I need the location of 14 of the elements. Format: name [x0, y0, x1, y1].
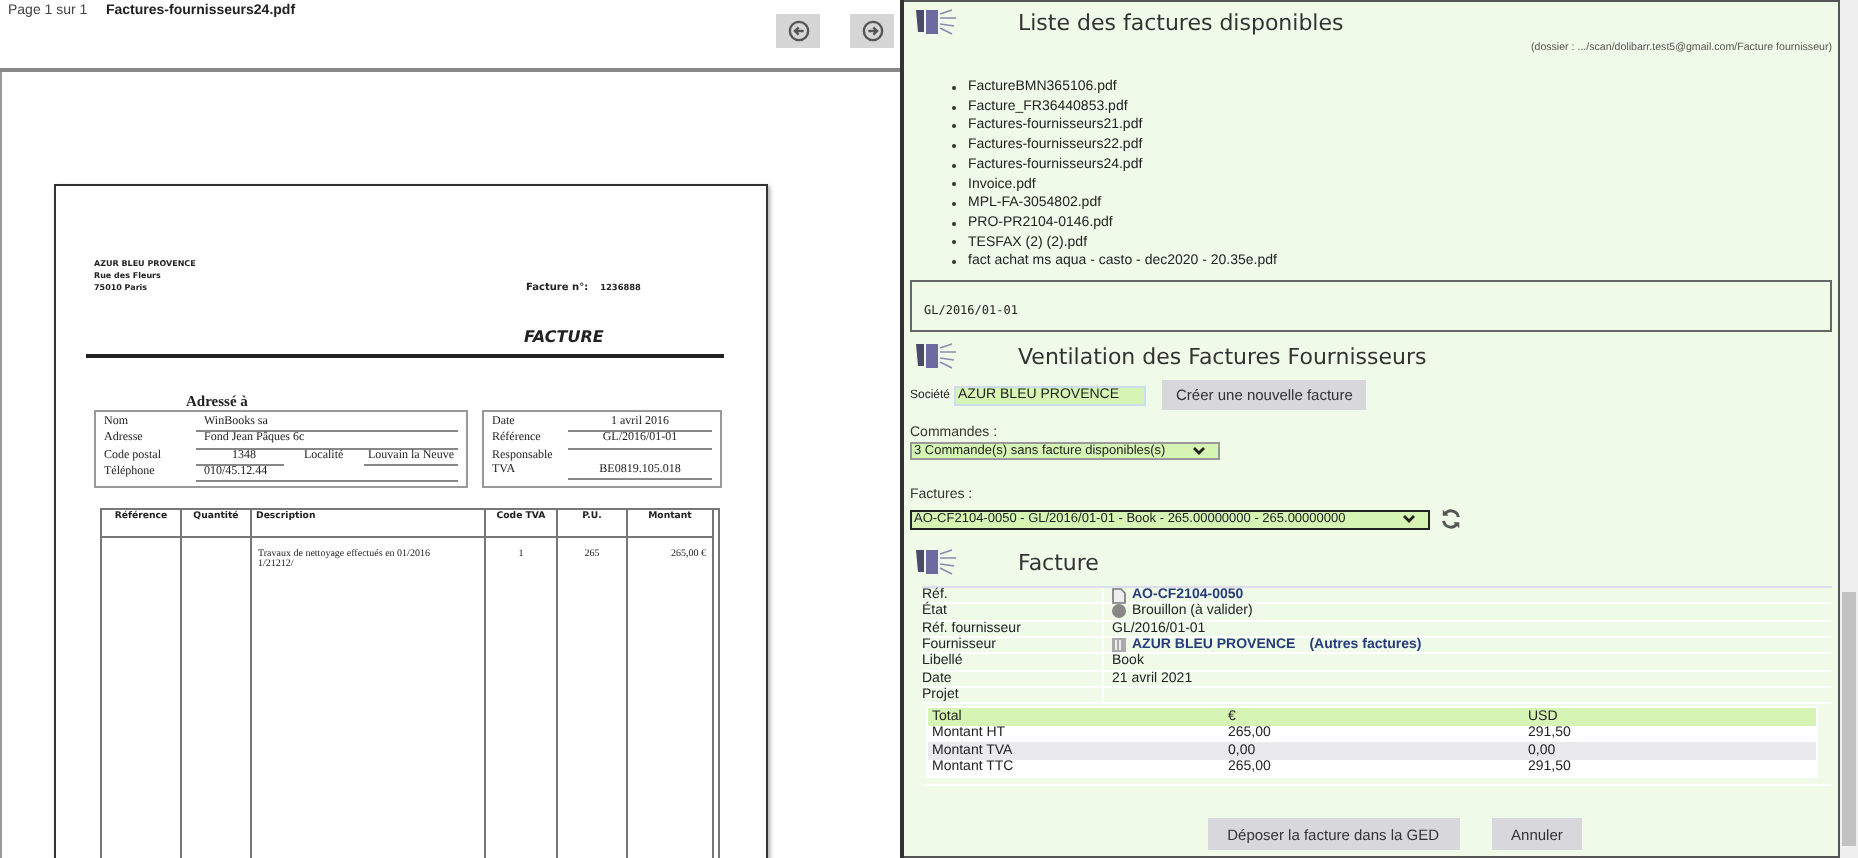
chevron-icon — [1192, 446, 1206, 457]
section-title: Liste des factures disponibles — [1018, 9, 1344, 35]
section-title: Facture — [1018, 549, 1099, 576]
building-icon — [1112, 638, 1126, 653]
document-icon — [1112, 587, 1126, 604]
next-icon — [861, 20, 883, 42]
refresh-icon[interactable] — [1440, 508, 1462, 531]
status-dot-icon — [1112, 604, 1126, 619]
next-page-button[interactable] — [850, 14, 894, 48]
previous-page-button[interactable] — [776, 14, 820, 48]
document-title: FACTURE — [524, 328, 606, 346]
chevron-icon — [1402, 514, 1416, 525]
previous-icon — [787, 20, 809, 42]
section-title: Ventilation des Factures Fournisseurs — [1018, 343, 1427, 370]
